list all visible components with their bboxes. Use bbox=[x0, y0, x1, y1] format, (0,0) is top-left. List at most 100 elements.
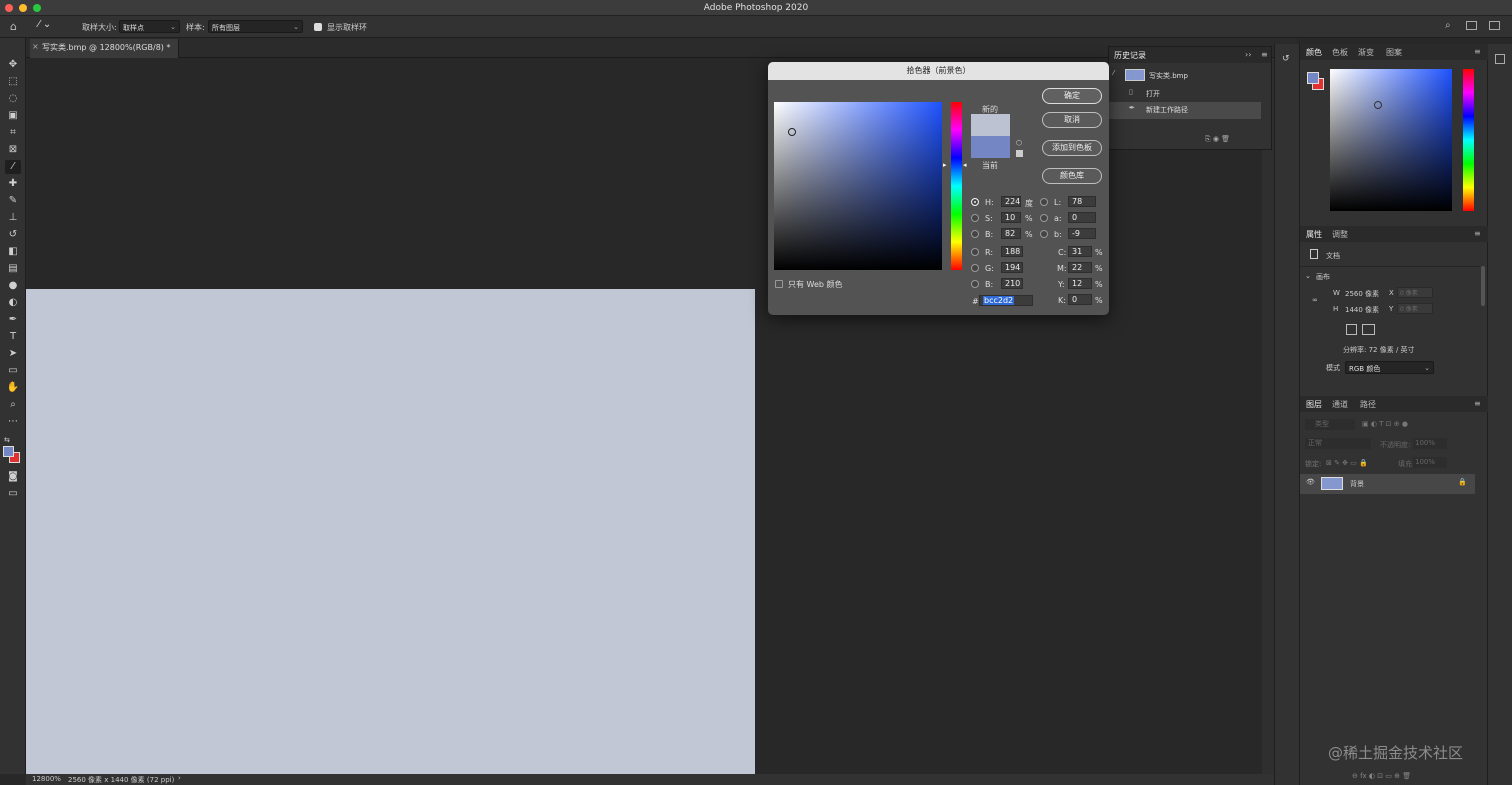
move-tool-icon[interactable]: ✥ bbox=[5, 58, 21, 72]
clone-stamp-tool-icon[interactable]: ⊥ bbox=[5, 211, 21, 225]
cancel-button[interactable]: 取消 bbox=[1042, 112, 1102, 128]
layer-filter-icons[interactable]: ▣ ◐ T ⊡ ⊕ ● bbox=[1362, 420, 1408, 428]
g-radio[interactable] bbox=[971, 264, 979, 272]
screen-mode-icon[interactable]: ▭ bbox=[5, 487, 21, 501]
lock-icons[interactable]: ⊠ ✎ ✥ ▭ 🔒 bbox=[1326, 459, 1368, 467]
sample-size-select[interactable]: 取样点 ⌄ bbox=[119, 20, 180, 33]
brush-tool-icon[interactable]: ✎ bbox=[5, 194, 21, 208]
hue-slider-right-arrow[interactable]: ◂ bbox=[963, 161, 967, 169]
r-input[interactable]: 188 bbox=[1001, 246, 1023, 257]
document-tab[interactable]: × 写实类.bmp @ 12800%(RGB/8) * bbox=[30, 39, 180, 58]
lab-b-input[interactable]: -9 bbox=[1068, 228, 1096, 239]
document-canvas[interactable] bbox=[26, 289, 755, 774]
lock-icon[interactable]: 🔒 bbox=[1458, 478, 1467, 486]
gradient-tool-icon[interactable]: ▤ bbox=[5, 262, 21, 276]
healing-brush-tool-icon[interactable]: ✚ bbox=[5, 177, 21, 191]
layer-row[interactable]: 👁 背景 🔒 bbox=[1300, 474, 1475, 494]
ok-button[interactable]: 确定 bbox=[1042, 88, 1102, 104]
m-input[interactable]: 22 bbox=[1068, 262, 1092, 273]
dodge-tool-icon[interactable]: ◐ bbox=[5, 296, 21, 310]
gamut-warning-icon[interactable]: ⬡ bbox=[1016, 139, 1022, 147]
tab-properties[interactable]: 属性 bbox=[1306, 229, 1322, 240]
panel-menu-icon[interactable]: ≡ bbox=[1261, 50, 1268, 59]
tab-color[interactable]: 颜色 bbox=[1306, 47, 1322, 58]
b-input[interactable]: 210 bbox=[1001, 278, 1023, 289]
tab-channels[interactable]: 通道 bbox=[1332, 399, 1348, 410]
hex-input[interactable]: bcc2d2 bbox=[979, 295, 1033, 306]
layer-filter-select[interactable]: 类型 bbox=[1305, 419, 1355, 430]
rectangle-tool-icon[interactable]: ▭ bbox=[5, 364, 21, 378]
chevron-down-icon[interactable]: ⌄ bbox=[1305, 272, 1311, 280]
visibility-eye-icon[interactable]: 👁 bbox=[1306, 478, 1315, 486]
blur-tool-icon[interactable]: ● bbox=[5, 279, 21, 293]
panel-menu-icon[interactable]: ≡ bbox=[1474, 229, 1481, 238]
history-title[interactable]: 历史记录 bbox=[1114, 50, 1146, 61]
foreground-color-swatch[interactable] bbox=[3, 446, 14, 457]
fill-field[interactable]: 100% bbox=[1413, 457, 1447, 468]
current-color-swatch[interactable] bbox=[971, 136, 1010, 158]
opacity-field[interactable]: 100% bbox=[1413, 438, 1447, 449]
status-menu-arrow[interactable]: › bbox=[178, 774, 181, 782]
color-panel-field[interactable] bbox=[1330, 69, 1452, 211]
a-radio[interactable] bbox=[1040, 214, 1048, 222]
lab-b-radio[interactable] bbox=[1040, 230, 1048, 238]
sample-select[interactable]: 所有图层 ⌄ bbox=[208, 20, 303, 33]
history-item-selected[interactable]: ✒ 新建工作路径 bbox=[1109, 102, 1261, 119]
frame-tool-icon[interactable]: ⊠ bbox=[5, 143, 21, 157]
brightness-input[interactable]: 82 bbox=[1001, 228, 1021, 239]
h-radio[interactable] bbox=[971, 198, 979, 206]
r-radio[interactable] bbox=[971, 248, 979, 256]
crop-tool-icon[interactable]: ⌗ bbox=[5, 126, 21, 140]
history-brush-tool-icon[interactable]: ↺ bbox=[5, 228, 21, 242]
vertical-scrollbar[interactable] bbox=[1262, 58, 1274, 774]
zoom-level[interactable]: 12800% bbox=[32, 775, 61, 783]
a-input[interactable]: 0 bbox=[1068, 212, 1096, 223]
properties-scrollbar[interactable] bbox=[1481, 266, 1485, 306]
collapse-panel-icon[interactable]: ›› bbox=[1245, 50, 1251, 59]
layer-actions-icons[interactable]: ⊖ fx ◐ ⊡ ▭ ⊕ 🗑 bbox=[1352, 772, 1411, 780]
hue-slider-left-arrow[interactable]: ▸ bbox=[943, 161, 947, 169]
brightness-radio[interactable] bbox=[971, 230, 979, 238]
lasso-tool-icon[interactable]: ◌ bbox=[5, 92, 21, 106]
show-ring-checkbox[interactable] bbox=[314, 23, 322, 31]
s-radio[interactable] bbox=[971, 214, 979, 222]
width-value[interactable]: 2560 像素 bbox=[1345, 289, 1379, 299]
workspace-icon[interactable] bbox=[1466, 21, 1477, 30]
color-picker-ring[interactable] bbox=[788, 128, 796, 136]
color-libraries-button[interactable]: 颜色库 bbox=[1042, 168, 1102, 184]
add-to-swatches-button[interactable]: 添加到色板 bbox=[1042, 140, 1102, 156]
eraser-tool-icon[interactable]: ◧ bbox=[5, 245, 21, 259]
k-input[interactable]: 0 bbox=[1068, 294, 1092, 305]
tab-layers[interactable]: 图层 bbox=[1306, 399, 1322, 410]
c-input[interactable]: 31 bbox=[1068, 246, 1092, 257]
share-icon[interactable] bbox=[1489, 21, 1500, 30]
tab-paths[interactable]: 路径 bbox=[1360, 399, 1376, 410]
history-item[interactable]: ▯ 打开 bbox=[1109, 86, 1271, 103]
more-tools-icon[interactable]: ⋯ bbox=[5, 415, 21, 429]
color-panel-picker-ring[interactable] bbox=[1374, 101, 1382, 109]
g-input[interactable]: 194 bbox=[1001, 262, 1023, 273]
y-input[interactable]: 12 bbox=[1068, 278, 1092, 289]
history-brush-source-icon[interactable]: ⁄ bbox=[1113, 69, 1114, 77]
h-input[interactable]: 224 bbox=[1001, 196, 1021, 207]
hand-tool-icon[interactable]: ✋ bbox=[5, 381, 21, 395]
tab-patterns[interactable]: 图案 bbox=[1386, 47, 1402, 58]
marquee-tool-icon[interactable]: ⬚ bbox=[5, 75, 21, 89]
tab-swatches[interactable]: 色板 bbox=[1332, 47, 1348, 58]
eyedropper-tool-icon[interactable]: ⁄ bbox=[5, 160, 21, 174]
home-icon[interactable]: ⌂ bbox=[10, 20, 24, 34]
swap-colors-icon[interactable]: ⇆ bbox=[4, 436, 10, 444]
close-tab-icon[interactable]: × bbox=[32, 42, 39, 51]
l-input[interactable]: 78 bbox=[1068, 196, 1096, 207]
zoom-tool-icon[interactable]: ⌕ bbox=[5, 398, 21, 412]
pen-tool-icon[interactable]: ✒ bbox=[5, 313, 21, 327]
libraries-icon[interactable] bbox=[1495, 54, 1505, 64]
height-value[interactable]: 1440 像素 bbox=[1345, 305, 1379, 315]
link-icon[interactable]: ∞ bbox=[1312, 296, 1318, 304]
panel-menu-icon[interactable]: ≡ bbox=[1474, 399, 1481, 408]
history-panel-icon[interactable]: ↺ bbox=[1282, 54, 1293, 65]
portrait-orientation-icon[interactable] bbox=[1346, 324, 1357, 335]
l-radio[interactable] bbox=[1040, 198, 1048, 206]
quick-mask-icon[interactable]: ◙ bbox=[5, 470, 21, 484]
x-field[interactable]: 0 像素 bbox=[1397, 287, 1433, 298]
